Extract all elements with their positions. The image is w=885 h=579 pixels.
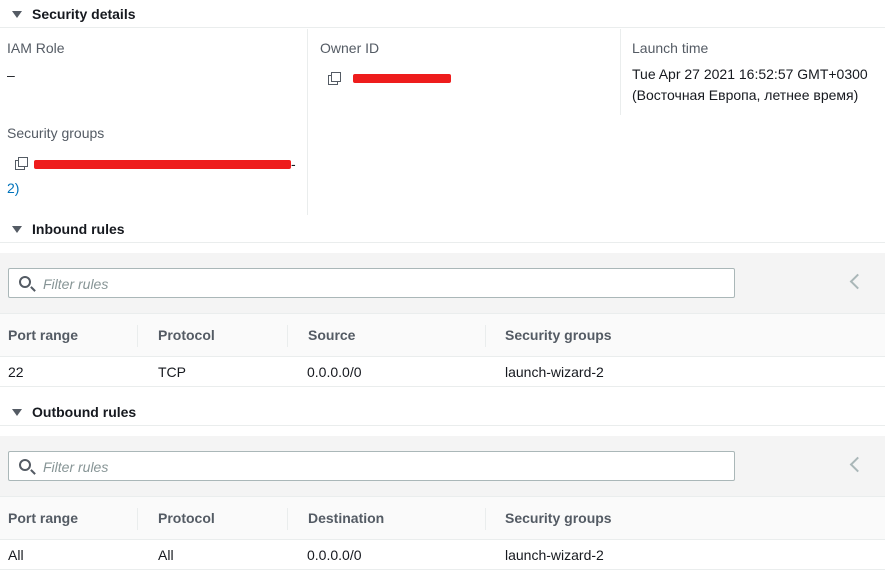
security-group-link-end[interactable]: 2) (7, 177, 19, 199)
search-icon (19, 459, 31, 471)
iam-role-value: – (7, 67, 15, 83)
cell-security-groups: launch-wizard-2 (505, 364, 604, 380)
column-divider (287, 325, 288, 347)
outbound-table-header: Port range Protocol Destination Security… (0, 496, 885, 540)
inbound-filter-bar (0, 253, 885, 313)
column-header-security-groups[interactable]: Security groups (505, 497, 612, 539)
launch-time-timezone: (Восточная Европа, летнее время) (632, 87, 859, 103)
launch-time-value: Tue Apr 27 2021 16:52:57 GMT+0300 (632, 66, 868, 82)
column-header-port-range[interactable]: Port range (8, 497, 78, 539)
column-divider (137, 325, 138, 347)
security-details-panel: IAM Role – Security groups - 2) Owner ID… (0, 29, 885, 215)
outbound-filter-field[interactable] (8, 451, 735, 481)
chevron-left-icon[interactable] (849, 273, 866, 290)
column-divider (287, 508, 288, 530)
security-groups-label: Security groups (7, 125, 105, 141)
column-divider (485, 508, 486, 530)
table-row: All All 0.0.0.0/0 launch-wizard-2 (0, 540, 885, 570)
cell-security-groups: launch-wizard-2 (505, 547, 604, 563)
cell-source: 0.0.0.0/0 (307, 364, 362, 380)
inbound-filter-field[interactable] (8, 268, 735, 298)
outbound-filter-bar (0, 436, 885, 496)
cell-port-range: All (8, 547, 24, 563)
inbound-filter-input[interactable] (43, 274, 723, 294)
redacted-owner-id (353, 74, 451, 83)
column-header-protocol[interactable]: Protocol (158, 497, 215, 539)
section-title: Security details (32, 5, 136, 22)
copy-icon[interactable] (15, 157, 29, 171)
column-header-destination[interactable]: Destination (308, 497, 384, 539)
caret-down-icon (12, 225, 22, 233)
owner-id-label: Owner ID (320, 40, 380, 56)
column-divider (485, 325, 486, 347)
caret-down-icon (12, 408, 22, 416)
inbound-rules-header[interactable]: Inbound rules (0, 215, 885, 243)
column-divider (137, 508, 138, 530)
section-title: Outbound rules (32, 403, 137, 420)
section-title: Inbound rules (32, 220, 125, 237)
column-header-protocol[interactable]: Protocol (158, 314, 215, 356)
cell-destination: 0.0.0.0/0 (307, 547, 362, 563)
cell-protocol: All (158, 547, 174, 563)
outbound-filter-input[interactable] (43, 457, 723, 477)
copy-icon[interactable] (328, 72, 342, 86)
details-column-1: IAM Role – Security groups - 2) (0, 29, 308, 215)
iam-role-label: IAM Role (7, 40, 65, 56)
security-details-header[interactable]: Security details (0, 0, 885, 28)
outbound-rules-header[interactable]: Outbound rules (0, 398, 885, 426)
launch-time-label: Launch time (632, 40, 709, 56)
table-row: 22 TCP 0.0.0.0/0 launch-wizard-2 (0, 357, 885, 387)
details-column-2: Owner ID (308, 29, 621, 115)
redacted-security-group-id (34, 160, 291, 169)
cell-port-range: 22 (8, 364, 24, 380)
cell-protocol: TCP (158, 364, 186, 380)
inbound-table-header: Port range Protocol Source Security grou… (0, 313, 885, 357)
details-column-3: Launch time Tue Apr 27 2021 16:52:57 GMT… (621, 29, 885, 215)
column-header-port-range[interactable]: Port range (8, 314, 78, 356)
caret-down-icon (12, 10, 22, 18)
chevron-left-icon[interactable] (849, 456, 866, 473)
security-group-link-tail[interactable]: - (291, 153, 296, 175)
search-icon (19, 276, 31, 288)
column-header-security-groups[interactable]: Security groups (505, 314, 612, 356)
column-header-source[interactable]: Source (308, 314, 355, 356)
